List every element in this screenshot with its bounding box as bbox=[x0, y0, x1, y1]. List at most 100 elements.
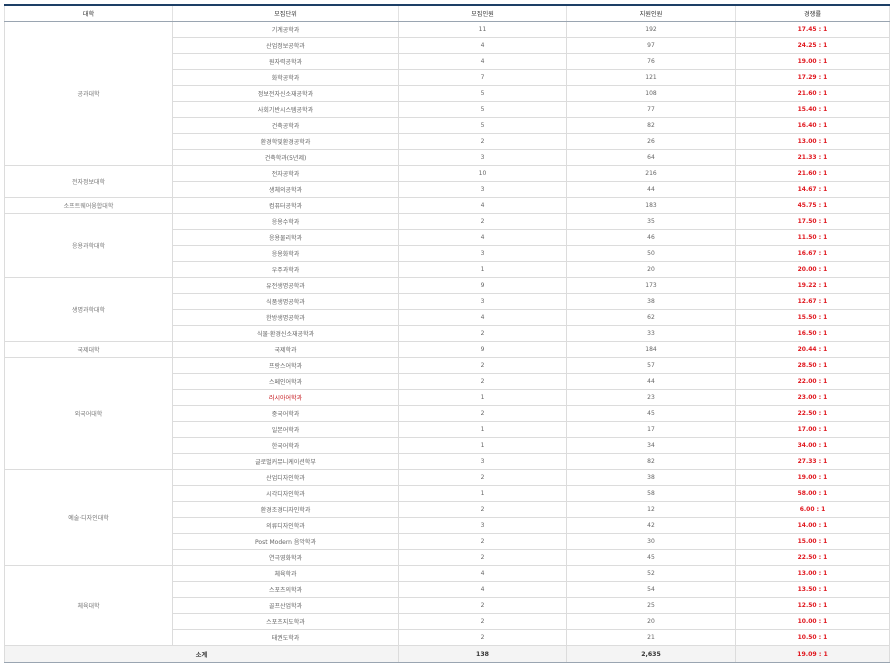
unit-cell: 컴퓨터공학과 bbox=[172, 197, 399, 214]
quota-cell: 2 bbox=[398, 325, 567, 342]
unit-cell: 스포츠지도학과 bbox=[172, 613, 399, 630]
quota-cell: 2 bbox=[398, 533, 567, 550]
applicants-cell: 38 bbox=[566, 469, 736, 486]
unit-cell: 기계공학과 bbox=[172, 21, 399, 38]
quota-cell: 2 bbox=[398, 501, 567, 518]
applicants-cell: 57 bbox=[566, 357, 736, 374]
quota-cell: 1 bbox=[398, 261, 567, 278]
applicants-cell: 183 bbox=[566, 197, 736, 214]
unit-cell: 스페인어학과 bbox=[172, 373, 399, 390]
unit-cell: 원자력공학과 bbox=[172, 53, 399, 70]
quota-cell: 2 bbox=[398, 613, 567, 630]
rate-cell: 14.00 : 1 bbox=[735, 517, 890, 534]
applicants-cell: 44 bbox=[566, 181, 736, 198]
rate-cell: 16.40 : 1 bbox=[735, 117, 890, 134]
competition-rate-table-container: 대학 모집단위 모집인원 지원인원 경쟁률 공과대학 기계공학과 11 192 17.4… bbox=[4, 4, 890, 663]
applicants-cell: 77 bbox=[566, 101, 736, 118]
rate-cell: 13.00 : 1 bbox=[735, 565, 890, 582]
table-header: 대학 모집단위 모집인원 지원인원 경쟁률 bbox=[4, 4, 890, 22]
applicants-cell: 54 bbox=[566, 581, 736, 598]
college-cell: 체육대학 bbox=[4, 565, 173, 646]
applicants-cell: 38 bbox=[566, 293, 736, 310]
rate-cell: 21.33 : 1 bbox=[735, 149, 890, 166]
rate-cell: 45.75 : 1 bbox=[735, 197, 890, 214]
applicants-cell: 173 bbox=[566, 277, 736, 294]
college-cell: 국제대학 bbox=[4, 341, 173, 358]
unit-cell: 국제학과 bbox=[172, 341, 399, 358]
rate-cell: 15.50 : 1 bbox=[735, 309, 890, 326]
unit-cell: 연극영화학과 bbox=[172, 549, 399, 566]
quota-cell: 2 bbox=[398, 629, 567, 646]
applicants-cell: 25 bbox=[566, 597, 736, 614]
applicants-cell: 20 bbox=[566, 613, 736, 630]
quota-cell: 2 bbox=[398, 405, 567, 422]
rate-cell: 21.60 : 1 bbox=[735, 165, 890, 182]
quota-cell: 1 bbox=[398, 485, 567, 502]
applicants-cell: 45 bbox=[566, 405, 736, 422]
table-row: 소프트웨어융합대학 컴퓨터공학과 4 183 45.75 : 1 bbox=[4, 197, 890, 214]
unit-cell: 스포츠의학과 bbox=[172, 581, 399, 598]
quota-cell: 4 bbox=[398, 197, 567, 214]
quota-cell: 7 bbox=[398, 69, 567, 86]
applicants-cell: 121 bbox=[566, 69, 736, 86]
unit-cell: 건축학과(5년제) bbox=[172, 149, 399, 166]
applicants-cell: 30 bbox=[566, 533, 736, 550]
applicants-cell: 12 bbox=[566, 501, 736, 518]
applicants-cell: 45 bbox=[566, 549, 736, 566]
rate-cell: 58.00 : 1 bbox=[735, 485, 890, 502]
unit-cell: 생체의공학과 bbox=[172, 181, 399, 198]
applicants-cell: 46 bbox=[566, 229, 736, 246]
quota-cell: 1 bbox=[398, 389, 567, 406]
applicants-cell: 97 bbox=[566, 37, 736, 54]
rate-cell: 15.00 : 1 bbox=[735, 533, 890, 550]
unit-cell: 식품생명공학과 bbox=[172, 293, 399, 310]
applicants-cell: 192 bbox=[566, 21, 736, 38]
quota-cell: 4 bbox=[398, 581, 567, 598]
quota-cell: 4 bbox=[398, 309, 567, 326]
applicants-cell: 50 bbox=[566, 245, 736, 262]
rate-cell: 14.67 : 1 bbox=[735, 181, 890, 198]
applicants-cell: 42 bbox=[566, 517, 736, 534]
rate-cell: 19.22 : 1 bbox=[735, 277, 890, 294]
quota-cell: 1 bbox=[398, 437, 567, 454]
unit-cell: 건축공학과 bbox=[172, 117, 399, 134]
quota-cell: 2 bbox=[398, 549, 567, 566]
quota-cell: 5 bbox=[398, 101, 567, 118]
applicants-cell: 82 bbox=[566, 453, 736, 470]
total-label: 소계 bbox=[4, 645, 399, 663]
unit-cell: 글로벌커뮤니케이션학부 bbox=[172, 453, 399, 470]
quota-cell: 2 bbox=[398, 133, 567, 150]
applicants-cell: 26 bbox=[566, 133, 736, 150]
quota-cell: 3 bbox=[398, 181, 567, 198]
unit-cell: 산업정보공학과 bbox=[172, 37, 399, 54]
rate-cell: 16.67 : 1 bbox=[735, 245, 890, 262]
quota-cell: 4 bbox=[398, 565, 567, 582]
table-row: 예술·디자인대학 산업디자인학과 2 38 19.00 : 1 bbox=[4, 469, 890, 566]
rate-cell: 16.50 : 1 bbox=[735, 325, 890, 342]
unit-cell: 프랑스어학과 bbox=[172, 357, 399, 374]
college-cell: 응용과학대학 bbox=[4, 213, 173, 278]
unit-cell: 한방생명공학과 bbox=[172, 309, 399, 326]
rate-cell: 19.00 : 1 bbox=[735, 53, 890, 70]
applicants-cell: 34 bbox=[566, 437, 736, 454]
rate-cell: 6.00 : 1 bbox=[735, 501, 890, 518]
unit-cell: 전자공학과 bbox=[172, 165, 399, 182]
applicants-cell: 20 bbox=[566, 261, 736, 278]
college-cell: 외국어대학 bbox=[4, 357, 173, 470]
unit-cell: 화학공학과 bbox=[172, 69, 399, 86]
applicants-cell: 52 bbox=[566, 565, 736, 582]
table-row: 체육대학 체육학과 4 52 13.00 : 1 bbox=[4, 565, 890, 646]
unit-cell: 환경조경디자인학과 bbox=[172, 501, 399, 518]
quota-cell: 2 bbox=[398, 597, 567, 614]
applicants-cell: 21 bbox=[566, 629, 736, 646]
table-footer: 소계 138 2,635 19.09 : 1 bbox=[4, 645, 890, 663]
applicants-cell: 35 bbox=[566, 213, 736, 230]
quota-cell: 4 bbox=[398, 229, 567, 246]
rate-cell: 22.00 : 1 bbox=[735, 373, 890, 390]
unit-cell: 우주과학과 bbox=[172, 261, 399, 278]
table-row: 공과대학 기계공학과 11 192 17.45 : 1 bbox=[4, 21, 890, 166]
quota-cell: 4 bbox=[398, 53, 567, 70]
college-cell: 생명과학대학 bbox=[4, 277, 173, 342]
rate-cell: 17.00 : 1 bbox=[735, 421, 890, 438]
applicants-cell: 76 bbox=[566, 53, 736, 70]
